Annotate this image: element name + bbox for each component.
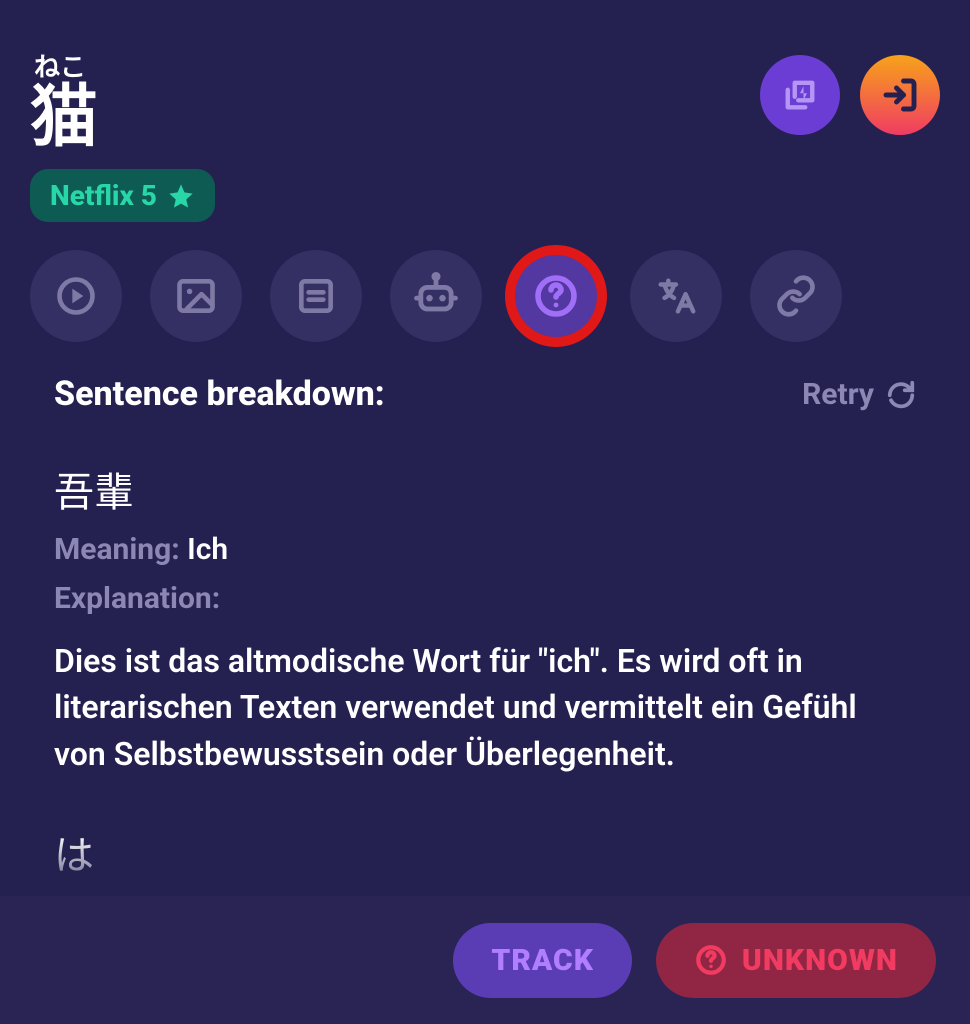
word-block: ねこ 猫	[30, 55, 98, 151]
entry-japanese: は	[54, 823, 916, 881]
tab-link[interactable]	[750, 250, 842, 342]
entry-japanese: 吾輩	[54, 460, 916, 518]
unknown-button[interactable]: UNKNOWN	[656, 923, 936, 998]
tab-notes[interactable]	[270, 250, 362, 342]
badge-label: Netflix 5	[50, 179, 157, 212]
tab-image[interactable]	[150, 250, 242, 342]
track-button[interactable]: TRACK	[453, 923, 632, 998]
kanji-text: 猫	[30, 83, 98, 151]
entry-meaning-row: Meaning: Ich	[54, 532, 916, 567]
exit-icon	[879, 74, 921, 116]
tab-translate[interactable]	[630, 250, 722, 342]
share-button[interactable]	[760, 55, 840, 135]
share-lightning-icon	[779, 74, 821, 116]
image-icon	[174, 274, 218, 318]
retry-button[interactable]: Retry	[802, 377, 916, 412]
breakdown-entry: は	[54, 823, 916, 881]
content-area: Sentence breakdown: Retry 吾輩 Meaning: Ic…	[0, 342, 970, 881]
tab-help[interactable]	[510, 250, 602, 342]
explanation-text: Dies ist das altmodische Wort für "ich".…	[54, 638, 874, 777]
notes-icon	[294, 274, 338, 318]
breakdown-title: Sentence breakdown:	[54, 374, 385, 414]
question-icon	[532, 272, 580, 320]
footer-bar: TRACK UNKNOWN	[0, 896, 970, 1024]
breakdown-entry: 吾輩 Meaning: Ich Explanation: Dies ist da…	[54, 460, 916, 777]
exit-button[interactable]	[860, 55, 940, 135]
meaning-value: Ich	[187, 532, 228, 567]
play-icon	[54, 274, 98, 318]
tab-play[interactable]	[30, 250, 122, 342]
translate-icon	[653, 273, 699, 319]
frequency-badge[interactable]: Netflix 5	[30, 169, 215, 222]
header-buttons	[760, 55, 940, 135]
refresh-icon	[886, 379, 916, 409]
track-label: TRACK	[491, 943, 594, 978]
question-icon	[694, 943, 728, 977]
link-icon	[774, 274, 818, 318]
meaning-label: Meaning:	[54, 532, 180, 567]
robot-icon	[410, 270, 462, 322]
star-icon	[167, 182, 195, 210]
explanation-label: Explanation:	[54, 581, 916, 616]
breakdown-header: Sentence breakdown: Retry	[54, 374, 916, 414]
header: ねこ 猫	[0, 0, 970, 151]
unknown-label: UNKNOWN	[742, 943, 898, 978]
retry-label: Retry	[802, 377, 874, 412]
tab-row	[30, 250, 970, 342]
tab-robot[interactable]	[390, 250, 482, 342]
